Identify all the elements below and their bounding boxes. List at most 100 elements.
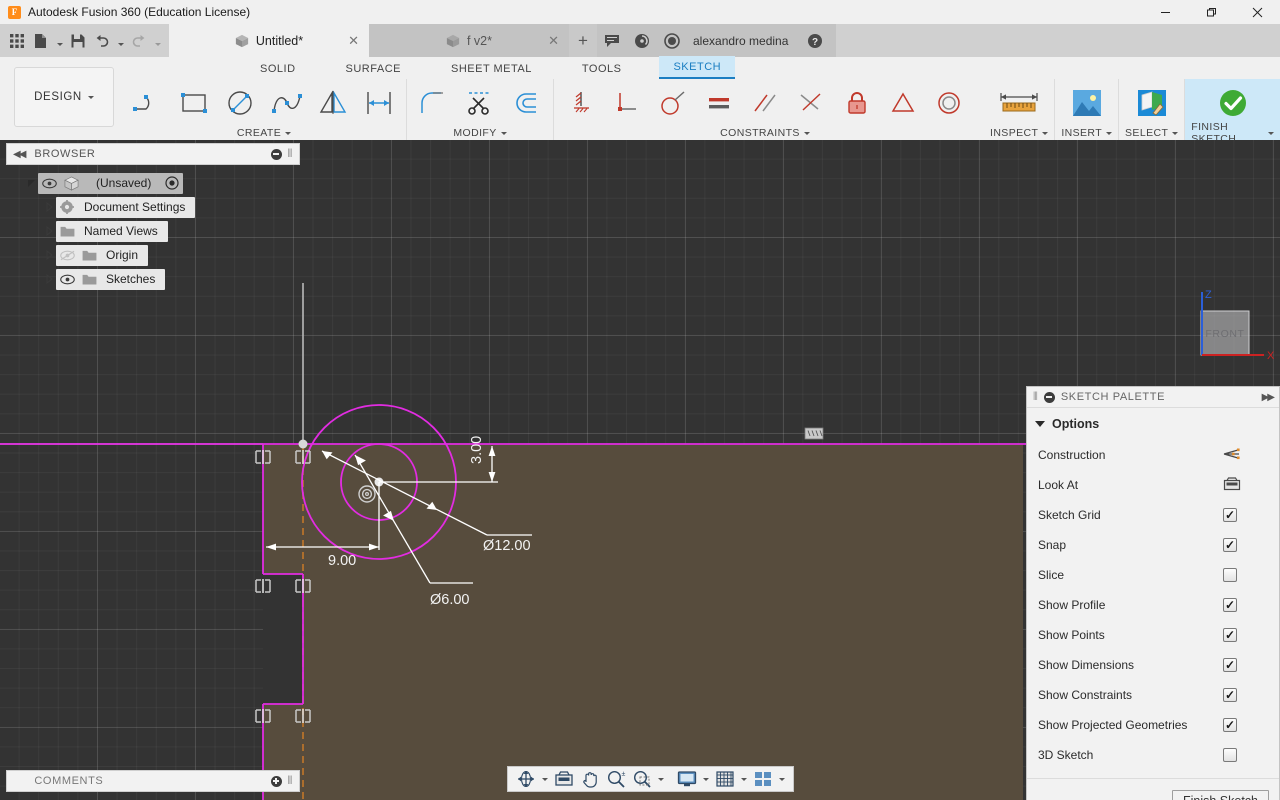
undo-dropdown-icon[interactable] (115, 29, 126, 53)
orbit-dropdown-icon[interactable] (539, 767, 551, 791)
3d-sketch-checkbox[interactable] (1223, 748, 1237, 762)
fillet-icon[interactable] (411, 79, 457, 127)
spline-icon[interactable] (264, 79, 310, 127)
expand-right-arrows-icon[interactable]: ▶▶ (1262, 392, 1275, 403)
perpendicular-constraint-icon[interactable] (604, 79, 650, 127)
tab-surface[interactable]: SURFACE (332, 63, 415, 79)
maximize-button[interactable] (1188, 0, 1234, 24)
comments-icon[interactable] (597, 24, 627, 57)
rectangle-icon[interactable] (172, 79, 218, 127)
new-tab-button[interactable]: + (569, 24, 597, 57)
offset-icon[interactable] (503, 79, 549, 127)
look-at-button[interactable] (551, 767, 577, 791)
sketch-palette-options-header[interactable]: Options (1027, 414, 1279, 440)
redo-dropdown-icon[interactable] (152, 29, 163, 53)
tab-tools[interactable]: TOOLS (568, 63, 636, 79)
sp-row-show-dimensions[interactable]: Show Dimensions ✓ (1027, 650, 1279, 680)
tree-node-document-settings[interactable]: Document Settings (6, 195, 300, 219)
tab-sketch[interactable]: SKETCH (659, 56, 736, 79)
show-constraints-checkbox[interactable]: ✓ (1223, 688, 1237, 702)
minimize-button[interactable] (1142, 0, 1188, 24)
tree-node-named-views[interactable]: Named Views (6, 219, 300, 243)
sp-row-slice[interactable]: Slice (1027, 560, 1279, 590)
show-dimensions-checkbox[interactable]: ✓ (1223, 658, 1237, 672)
pan-button[interactable] (577, 767, 603, 791)
circle-icon[interactable] (218, 79, 264, 127)
viewports-dropdown-icon[interactable] (776, 767, 788, 791)
workspace-selector[interactable]: DESIGN (14, 67, 114, 127)
mirror-icon[interactable] (310, 79, 356, 127)
concentric-constraint-icon[interactable] (926, 79, 972, 127)
drag-grip-icon[interactable]: ⦀ (288, 775, 293, 788)
horizontal-vertical-constraint-icon[interactable] (558, 79, 604, 127)
parallel-constraint-icon[interactable] (742, 79, 788, 127)
sp-row-show-profile[interactable]: Show Profile ✓ (1027, 590, 1279, 620)
chevron-right-icon[interactable] (42, 274, 56, 284)
minimize-circle-icon[interactable] (1043, 391, 1055, 403)
undo-icon[interactable] (91, 29, 113, 53)
tree-node-origin[interactable]: Origin (6, 243, 300, 267)
finish-sketch-button[interactable]: Finish Sketch (1171, 789, 1269, 800)
show-projected-geometries-checkbox[interactable]: ✓ (1223, 718, 1237, 732)
zoom-button[interactable]: ± (603, 767, 629, 791)
hidden-eye-icon[interactable] (56, 250, 78, 261)
sketch-grid-checkbox[interactable]: ✓ (1223, 508, 1237, 522)
tree-node-unsaved[interactable]: (Unsaved) (6, 171, 300, 195)
display-settings-dropdown-icon[interactable] (700, 767, 712, 791)
redo-icon[interactable] (128, 29, 150, 53)
drag-grip-icon[interactable]: ⦀ (1033, 391, 1038, 404)
collapse-left-arrows-icon[interactable]: ◀◀ (13, 149, 26, 160)
panel-select[interactable]: SELECT (1118, 79, 1184, 143)
help-icon[interactable]: ? (800, 24, 830, 57)
close-button[interactable] (1234, 0, 1280, 24)
chevron-right-icon[interactable] (42, 226, 56, 236)
visible-eye-icon[interactable] (38, 178, 60, 189)
sketch-canvas[interactable]: Ø12.00 Ø6.00 9.00 3.00 FRONT Z X ◀◀ BROW… (0, 140, 1280, 800)
minimize-circle-icon[interactable] (270, 148, 282, 160)
document-tab-fv2[interactable]: f v2* ✕ (369, 24, 569, 57)
show-profile-checkbox[interactable]: ✓ (1223, 598, 1237, 612)
expander-icon[interactable] (24, 179, 38, 188)
new-document-icon[interactable] (30, 29, 52, 53)
sp-row-look-at[interactable]: Look At (1027, 470, 1279, 500)
apps-grid-icon[interactable] (6, 29, 28, 53)
tree-node-sketches[interactable]: Sketches (6, 267, 300, 291)
sp-row-3d-sketch[interactable]: 3D Sketch (1027, 740, 1279, 770)
equal-constraint-icon[interactable] (696, 79, 742, 127)
midpoint-constraint-icon[interactable] (880, 79, 926, 127)
panel-insert[interactable]: INSERT (1054, 79, 1118, 143)
visible-eye-icon[interactable] (56, 274, 78, 285)
zoom-window-button[interactable] (629, 767, 655, 791)
trim-icon[interactable] (457, 79, 503, 127)
show-points-checkbox[interactable]: ✓ (1223, 628, 1237, 642)
coincident-constraint-icon[interactable] (788, 79, 834, 127)
grid-snaps-button[interactable] (712, 767, 738, 791)
sp-row-snap[interactable]: Snap ✓ (1027, 530, 1279, 560)
display-settings-button[interactable] (674, 767, 700, 791)
viewports-button[interactable] (750, 767, 776, 791)
chevron-right-icon[interactable] (42, 250, 56, 260)
new-document-dropdown-icon[interactable] (54, 29, 65, 53)
zoom-window-dropdown-icon[interactable] (655, 767, 667, 791)
sp-row-construction[interactable]: Construction (1027, 440, 1279, 470)
target-circle-icon[interactable] (161, 176, 183, 190)
line-icon[interactable] (126, 79, 172, 127)
sp-row-show-projected-geometries[interactable]: Show Projected Geometries ✓ (1027, 710, 1279, 740)
notifications-icon[interactable] (627, 24, 657, 57)
job-status-icon[interactable] (657, 24, 687, 57)
construction-geometry-icon[interactable] (1223, 447, 1241, 464)
sketch-dimension-icon[interactable] (356, 79, 402, 127)
slice-checkbox[interactable] (1223, 568, 1237, 582)
save-icon[interactable] (67, 29, 89, 53)
tab-sheet-metal[interactable]: SHEET METAL (437, 63, 546, 79)
add-comment-icon[interactable] (270, 775, 282, 787)
tangent-constraint-icon[interactable] (650, 79, 696, 127)
tab-solid[interactable]: SOLID (246, 63, 310, 79)
sp-row-show-points[interactable]: Show Points ✓ (1027, 620, 1279, 650)
panel-finish-sketch[interactable]: FINISH SKETCH (1184, 79, 1280, 145)
drag-grip-icon[interactable]: ⦀ (288, 148, 293, 161)
chevron-right-icon[interactable] (42, 202, 56, 212)
close-icon[interactable]: ✕ (348, 34, 359, 47)
sp-row-show-constraints[interactable]: Show Constraints ✓ (1027, 680, 1279, 710)
grid-snaps-dropdown-icon[interactable] (738, 767, 750, 791)
